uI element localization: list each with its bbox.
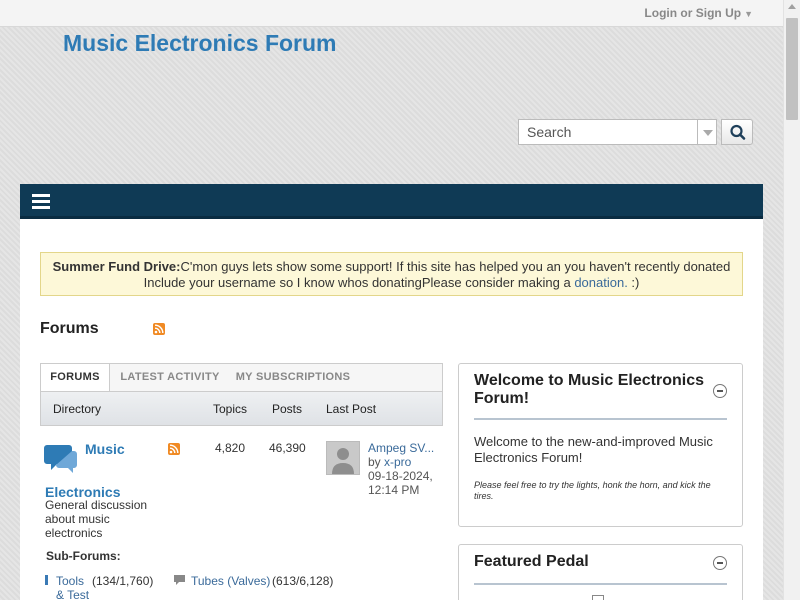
avatar[interactable] xyxy=(326,441,360,475)
last-post-time: 12:14 PM xyxy=(368,483,420,497)
subforum-link-tools-test[interactable]: Tools & Test xyxy=(56,574,92,600)
subforum-bar-icon xyxy=(45,575,48,585)
forum-tabs: FORUMS LATEST ACTIVITY MY SUBSCRIPTIONS xyxy=(40,363,443,392)
hamburger-menu-icon[interactable] xyxy=(32,194,50,209)
last-post-user[interactable]: x-pro xyxy=(384,455,411,469)
subforum-chat-icon xyxy=(174,575,185,585)
rss-icon[interactable] xyxy=(168,443,180,455)
welcome-widget-title: Welcome to Music Electronics Forum! xyxy=(474,372,704,407)
main-navbar xyxy=(20,184,763,219)
donation-link[interactable]: donation. xyxy=(574,275,628,290)
featured-widget-title: Featured Pedal xyxy=(474,553,589,570)
subforums-label: Sub-Forums: xyxy=(46,549,121,563)
fund-drive-notice: Summer Fund Drive:C'mon guys lets show s… xyxy=(40,252,743,296)
last-post-date: 09-18-2024, xyxy=(368,469,433,483)
welcome-widget-note: Please feel free to try the lights, honk… xyxy=(474,480,711,501)
forum-table-header: Directory Topics Posts Last Post xyxy=(40,391,443,426)
column-posts: Posts xyxy=(272,402,303,416)
subforum-link-tubes[interactable]: Tubes (Valves) xyxy=(191,574,270,588)
login-label[interactable]: Login or Sign Up xyxy=(644,6,741,20)
notice-text: C'mon guys lets show some support! If th… xyxy=(143,259,731,290)
forum-topics-count: 4,820 xyxy=(215,441,246,455)
column-directory: Directory xyxy=(53,402,102,416)
login-menu[interactable]: Login or Sign Up ▼ xyxy=(644,6,753,20)
user-avatar-icon xyxy=(327,442,359,474)
welcome-widget-body: Welcome to the new-and-improved Music El… xyxy=(474,434,713,465)
main-content: Summer Fund Drive:C'mon guys lets show s… xyxy=(20,219,763,600)
page-scrollbar[interactable] xyxy=(783,0,800,600)
forums-heading: Forums xyxy=(40,320,99,337)
last-post-by: by xyxy=(368,455,385,469)
caret-down-icon[interactable]: ▼ xyxy=(744,9,753,19)
tab-my-subscriptions[interactable]: MY SUBSCRIPTIONS xyxy=(229,364,357,391)
notice-suffix: :) xyxy=(627,275,640,290)
search-icon xyxy=(730,124,746,140)
column-topics: Topics xyxy=(213,402,248,416)
widget-divider xyxy=(474,418,727,420)
notice-label: Summer Fund Drive: xyxy=(52,259,181,274)
featured-image-frame xyxy=(592,595,604,600)
chat-bubble-icon xyxy=(44,445,77,473)
top-bar: Login or Sign Up ▼ xyxy=(0,0,783,27)
welcome-widget: Welcome to Music Electronics Forum! Welc… xyxy=(458,363,743,527)
tab-forums[interactable]: FORUMS xyxy=(41,364,110,392)
last-post-title[interactable]: Ampeg SV... xyxy=(368,441,434,455)
widget-divider xyxy=(474,583,727,585)
search-box xyxy=(518,119,753,145)
collapse-minus-icon[interactable] xyxy=(713,384,727,398)
featured-pedal-widget: Featured Pedal xyxy=(458,544,743,600)
collapse-minus-icon[interactable] xyxy=(713,556,727,570)
site-title[interactable]: Music Electronics Forum xyxy=(63,30,337,57)
forum-link-music[interactable]: Music xyxy=(85,441,125,457)
last-post-info: Ampeg SV... by x-pro 09-18-2024, 12:14 P… xyxy=(368,441,434,497)
rss-icon[interactable] xyxy=(153,323,165,335)
subforum-count-tubes: (613/6,128) xyxy=(272,574,334,588)
subforum-count-tools-test: (134/1,760) xyxy=(92,574,154,588)
scrollbar-thumb[interactable] xyxy=(786,18,798,120)
search-button[interactable] xyxy=(721,119,753,145)
forum-description: General discussion about music electroni… xyxy=(45,498,148,540)
scroll-up-arrow-icon[interactable] xyxy=(788,4,796,9)
tab-latest-activity[interactable]: LATEST ACTIVITY xyxy=(111,364,229,391)
search-input[interactable] xyxy=(518,119,698,145)
forum-posts-count: 46,390 xyxy=(269,441,306,455)
search-options-dropdown[interactable] xyxy=(697,119,717,145)
column-last-post: Last Post xyxy=(326,402,377,416)
